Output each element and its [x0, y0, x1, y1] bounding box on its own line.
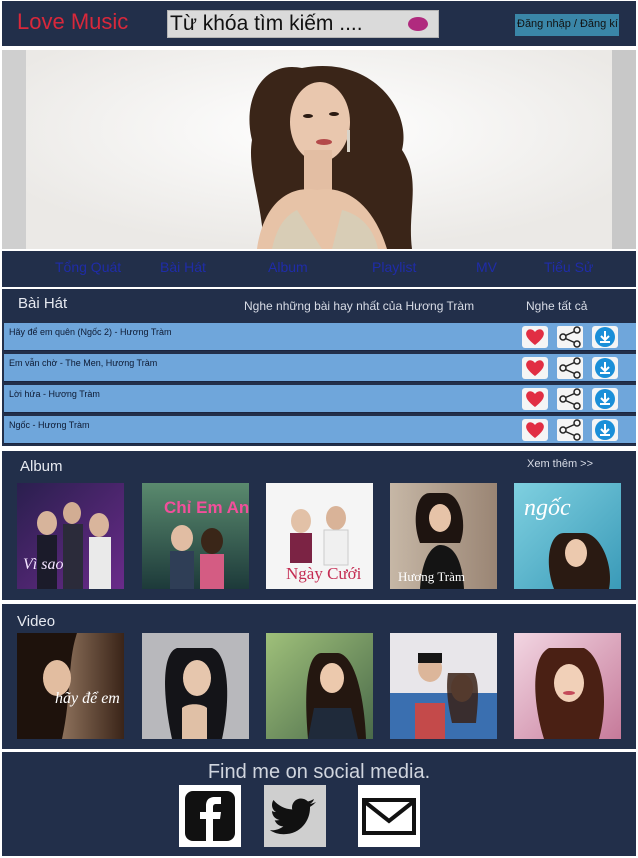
album-cover-text: Hương Tràm	[398, 569, 465, 584]
mail-icon[interactable]	[358, 785, 420, 847]
videos-heading: Video	[17, 613, 56, 630]
songs-heading: Bài Hát	[18, 295, 68, 312]
video-thumbnail[interactable]	[142, 633, 249, 739]
login-register-button[interactable]: Đăng nhập / Đăng kí	[515, 14, 619, 36]
share-icon[interactable]	[557, 388, 583, 410]
album-cover[interactable]: Ngày Cưới	[266, 483, 373, 589]
site-logo[interactable]: Love Music	[17, 9, 128, 35]
video-thumbnail[interactable]	[514, 633, 621, 739]
artist-tab-nav: Tổng Quát Bài Hát Album Playlist MV Tiểu…	[2, 251, 636, 287]
artist-portrait	[26, 50, 612, 249]
play-all-link[interactable]: Nghe tất cả	[526, 299, 587, 313]
album-cover[interactable]: Hương Tràm	[390, 483, 497, 589]
album-cover-text: Ngày Cưới	[286, 564, 362, 583]
albums-heading: Album	[20, 458, 63, 475]
video-thumbnail[interactable]	[266, 633, 373, 739]
songs-section: Bài Hát Nghe những bài hay nhất của Hươn…	[2, 289, 636, 446]
song-title[interactable]: Em vẫn chờ - The Men, Hương Tràm	[9, 358, 157, 368]
tab-overview[interactable]: Tổng Quát	[55, 259, 121, 275]
video-thumbnail-text: hãy để em quên	[55, 690, 124, 707]
download-icon[interactable]	[592, 357, 618, 379]
album-cover-text: Chỉ Em Anh	[164, 498, 249, 517]
song-row[interactable]: Lời hứa - Hương Tràm	[4, 385, 636, 413]
album-cover-text: Vì sao	[23, 556, 63, 573]
see-more-link[interactable]: Xem thêm >>	[527, 458, 593, 470]
search-input[interactable]	[168, 11, 400, 37]
heart-icon[interactable]	[522, 388, 548, 410]
header-bar: Love Music Đăng nhập / Đăng kí	[2, 1, 636, 46]
artist-banner	[2, 50, 636, 249]
twitter-icon[interactable]	[264, 785, 326, 847]
song-row[interactable]: Ngốc - Hương Tràm	[4, 416, 636, 444]
search-box[interactable]	[167, 10, 439, 38]
tab-songs[interactable]: Bài Hát	[160, 259, 206, 275]
song-row[interactable]: Em vẫn chờ - The Men, Hương Tràm	[4, 354, 636, 382]
footer: Find me on social media.	[2, 752, 636, 856]
tab-playlist[interactable]: Playlist	[372, 259, 416, 275]
heart-icon[interactable]	[522, 357, 548, 379]
share-icon[interactable]	[557, 357, 583, 379]
album-cover[interactable]: Vì sao	[17, 483, 124, 589]
tab-biography[interactable]: Tiểu Sử	[544, 259, 593, 275]
download-icon[interactable]	[592, 419, 618, 441]
songs-subtitle: Nghe những bài hay nhất của Hương Tràm	[244, 299, 475, 313]
footer-title: Find me on social media.	[207, 761, 431, 783]
search-button-icon[interactable]	[408, 17, 428, 31]
album-cover[interactable]: ngốc	[514, 483, 621, 589]
song-row[interactable]: Hãy để em quên (Ngốc 2) - Hương Tràm	[4, 323, 636, 351]
song-title[interactable]: Lời hứa - Hương Tràm	[9, 389, 100, 399]
video-thumbnail[interactable]: hãy để em quên	[17, 633, 124, 739]
video-thumbnail[interactable]	[390, 633, 497, 739]
share-icon[interactable]	[557, 326, 583, 348]
download-icon[interactable]	[592, 326, 618, 348]
videos-section: Video hãy để em quên	[2, 604, 636, 749]
facebook-icon[interactable]	[179, 785, 241, 847]
heart-icon[interactable]	[522, 419, 548, 441]
song-title[interactable]: Hãy để em quên (Ngốc 2) - Hương Tràm	[9, 327, 172, 337]
tab-album[interactable]: Album	[268, 259, 308, 275]
tab-mv[interactable]: MV	[476, 259, 497, 275]
album-cover[interactable]: Chỉ Em Anh	[142, 483, 249, 589]
download-icon[interactable]	[592, 388, 618, 410]
album-cover-text: ngốc	[524, 495, 571, 521]
albums-section: Album Xem thêm >> Vì sao Chỉ Em Anh Ngày…	[2, 451, 636, 600]
heart-icon[interactable]	[522, 326, 548, 348]
song-title[interactable]: Ngốc - Hương Tràm	[9, 420, 89, 430]
share-icon[interactable]	[557, 419, 583, 441]
